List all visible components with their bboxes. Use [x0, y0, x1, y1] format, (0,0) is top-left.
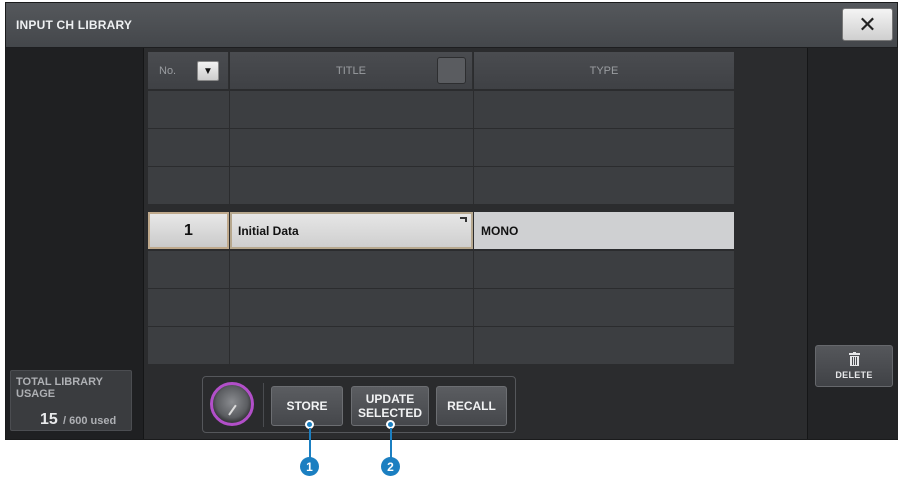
usage-label: TOTAL LIBRARY USAGE: [16, 376, 103, 400]
cell-type: [474, 327, 734, 364]
window-title: INPUT CH LIBRARY: [16, 18, 133, 32]
cell-type: [474, 251, 734, 288]
cell-no: [148, 167, 229, 204]
table-row-selected[interactable]: 1 Initial Data MONO: [148, 211, 734, 249]
trash-icon: [849, 352, 860, 366]
update-label-line2: SELECTED: [357, 406, 422, 420]
callout-badge-1: 1: [300, 457, 319, 476]
update-label-line1: UPDATE: [365, 392, 415, 406]
delete-label: DELETE: [835, 370, 873, 380]
cell-no: [148, 251, 229, 288]
title-bar: INPUT CH LIBRARY ✕: [6, 3, 897, 48]
table-row[interactable]: [148, 326, 734, 364]
cell-no[interactable]: 1: [148, 212, 229, 249]
header-title: TITLE: [230, 52, 473, 89]
update-selected-label: UPDATE SELECTED: [358, 392, 422, 420]
chevron-down-icon: ▼: [203, 65, 213, 77]
cell-type: [474, 129, 734, 166]
close-button[interactable]: ✕: [842, 8, 893, 41]
header-type: TYPE: [474, 52, 734, 89]
title-filter-button[interactable]: [437, 57, 466, 84]
recall-button[interactable]: RECALL: [436, 386, 507, 426]
header-type-label: TYPE: [589, 65, 619, 77]
cell-no: [148, 327, 229, 364]
delete-button[interactable]: DELETE: [815, 345, 893, 387]
header-no: No. ▼: [148, 52, 229, 89]
table-row[interactable]: [148, 128, 734, 166]
cell-type: [474, 91, 734, 128]
callout-leader-1: [309, 428, 311, 458]
usage-total: / 600 used: [63, 415, 117, 427]
edit-icon: [460, 217, 467, 222]
knob-indicator: [228, 404, 237, 416]
close-icon: ✕: [858, 11, 877, 37]
header-no-label: No.: [159, 65, 177, 77]
divider: [263, 383, 264, 427]
cell-no: [148, 129, 229, 166]
library-usage-panel: TOTAL LIBRARY USAGE 15 / 600 used: [10, 370, 132, 431]
cell-title: [230, 289, 473, 326]
cell-title-text: Initial Data: [238, 224, 299, 238]
cell-type: [474, 167, 734, 204]
callout-leader-2: [390, 428, 392, 458]
title-edit-field[interactable]: Initial Data: [230, 212, 473, 249]
table-row[interactable]: [148, 166, 734, 204]
table-row[interactable]: [148, 90, 734, 128]
cell-title: [230, 251, 473, 288]
cell-title: [230, 327, 473, 364]
cell-no: [148, 289, 229, 326]
sort-dropdown-button[interactable]: ▼: [197, 61, 219, 81]
table-row[interactable]: [148, 250, 734, 288]
cell-title: [230, 91, 473, 128]
cell-no: [148, 91, 229, 128]
usage-count: 15: [40, 411, 58, 428]
action-button-group: STORE UPDATE SELECTED RECALL: [202, 376, 516, 433]
cell-title: [230, 167, 473, 204]
callout-badge-2: 2: [381, 457, 400, 476]
cell-type: MONO: [474, 212, 734, 249]
header-title-label: TITLE: [336, 65, 366, 77]
cell-title: [230, 129, 473, 166]
knob-icon[interactable]: [210, 382, 254, 426]
table-row[interactable]: [148, 288, 734, 326]
cell-type: [474, 289, 734, 326]
